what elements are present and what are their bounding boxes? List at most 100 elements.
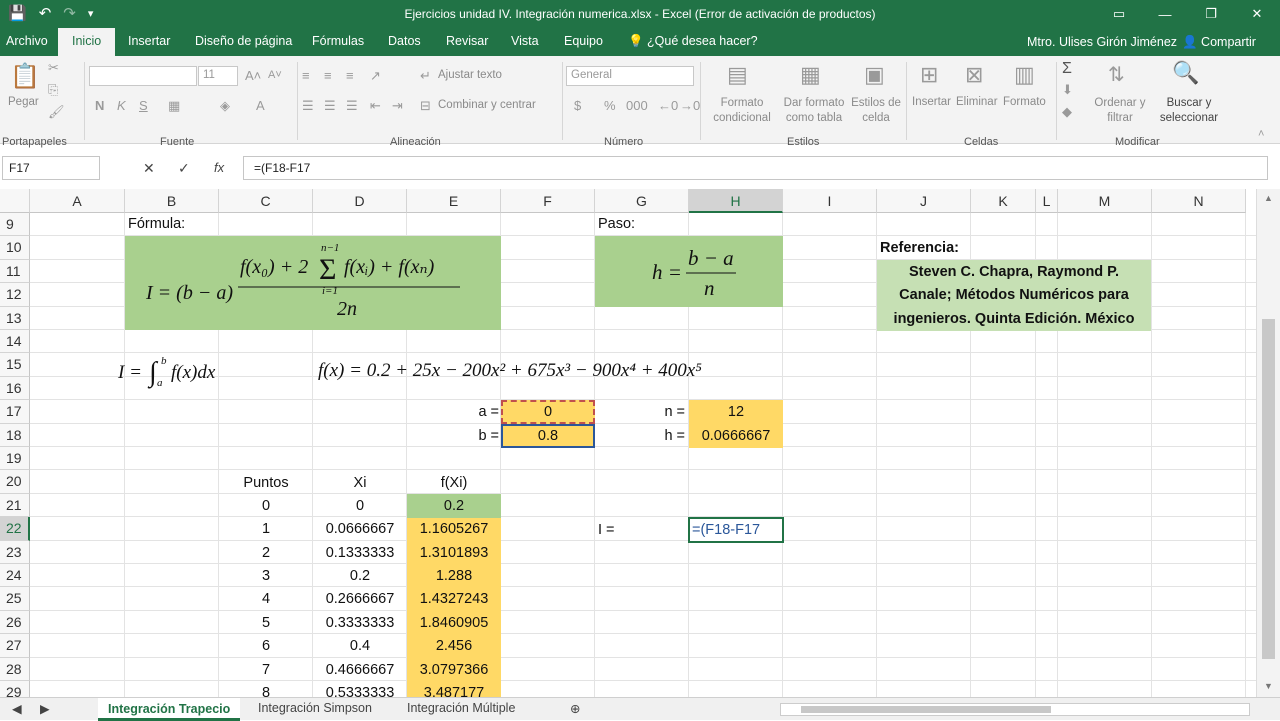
- tab-2[interactable]: Insertar: [128, 34, 170, 48]
- number-format-select[interactable]: General: [566, 66, 694, 86]
- table-cell-punto[interactable]: 6: [219, 635, 313, 658]
- row-header-20[interactable]: 20: [0, 470, 30, 494]
- format-painter-icon[interactable]: 🖌: [48, 104, 65, 120]
- align-center-icon[interactable]: ☰: [324, 98, 336, 114]
- a-value[interactable]: 0: [501, 401, 595, 424]
- cell-styles-icon[interactable]: ▣: [864, 62, 885, 88]
- format-cells-button[interactable]: Formato: [1003, 96, 1046, 108]
- row-header-27[interactable]: 27: [0, 634, 30, 658]
- bold-icon[interactable]: N: [95, 98, 104, 113]
- align-top-icon[interactable]: ≡: [302, 68, 310, 83]
- sort-filter-icon[interactable]: ⇅: [1108, 62, 1125, 87]
- insert-cells-icon[interactable]: ⊞: [920, 62, 938, 88]
- table-cell-fxi[interactable]: 1.1605267: [407, 518, 501, 541]
- align-right-icon[interactable]: ☰: [346, 98, 358, 114]
- row-header-10[interactable]: 10: [0, 236, 30, 260]
- column-header-C[interactable]: C: [219, 189, 313, 213]
- h-scroll-thumb[interactable]: [801, 706, 1051, 713]
- table-cell-punto[interactable]: 4: [219, 588, 313, 611]
- row-header-21[interactable]: 21: [0, 493, 30, 518]
- share-button[interactable]: 👤 Compartir: [1182, 35, 1256, 50]
- row-header-25[interactable]: 25: [0, 587, 30, 611]
- percent-icon[interactable]: %: [604, 98, 616, 113]
- table-cell-fxi[interactable]: 1.288: [407, 565, 501, 588]
- grow-font-icon[interactable]: A˄: [245, 68, 261, 83]
- row-header-23[interactable]: 23: [0, 540, 30, 564]
- fill-icon[interactable]: ⬇: [1062, 82, 1073, 98]
- shrink-font-icon[interactable]: A˅: [268, 69, 282, 81]
- format-table-button[interactable]: Dar formato como tabla: [780, 96, 848, 126]
- restore-button[interactable]: ❐: [1188, 0, 1234, 28]
- increase-decimal-icon[interactable]: ←0: [658, 98, 678, 113]
- table-cell-xi[interactable]: 0.4: [313, 635, 407, 658]
- conditional-format-icon[interactable]: ▤: [727, 62, 748, 88]
- user-name[interactable]: Mtro. Ulises Girón Jiménez: [1027, 35, 1177, 49]
- orientation-icon[interactable]: ↗: [370, 68, 381, 84]
- align-left-icon[interactable]: ☰: [302, 98, 314, 114]
- tab-4[interactable]: Fórmulas: [312, 34, 364, 48]
- fill-color-icon[interactable]: ◈: [220, 98, 230, 114]
- tab-7[interactable]: Vista: [511, 34, 539, 48]
- horizontal-scrollbar[interactable]: [780, 703, 1250, 716]
- table-cell-punto[interactable]: 2: [219, 542, 313, 565]
- row-header-18[interactable]: 18: [0, 423, 30, 447]
- row-header-19[interactable]: 19: [0, 447, 30, 471]
- italic-icon[interactable]: K: [117, 98, 126, 113]
- column-header-M[interactable]: M: [1058, 189, 1152, 213]
- tab-5[interactable]: Datos: [388, 34, 421, 48]
- column-header-B[interactable]: B: [125, 189, 219, 213]
- row-header-28[interactable]: 28: [0, 657, 30, 681]
- column-header-G[interactable]: G: [595, 189, 689, 213]
- currency-icon[interactable]: $: [574, 98, 581, 113]
- row-header-9[interactable]: 9: [0, 213, 30, 237]
- row-header-12[interactable]: 12: [0, 283, 30, 307]
- table-cell-fxi[interactable]: 0.2: [407, 495, 501, 518]
- row-header-17[interactable]: 17: [0, 400, 30, 424]
- wrap-text-icon[interactable]: ↵: [420, 68, 431, 84]
- table-cell-punto[interactable]: 3: [219, 565, 313, 588]
- format-table-icon[interactable]: ▦: [800, 62, 821, 88]
- formula-input[interactable]: =(F18-F17: [243, 156, 1268, 180]
- row-header-16[interactable]: 16: [0, 376, 30, 401]
- vertical-scrollbar[interactable]: ▲ ▼: [1256, 189, 1280, 697]
- table-cell-fxi[interactable]: 3.0797366: [407, 659, 501, 682]
- n-value[interactable]: 12: [689, 401, 783, 424]
- decrease-decimal-icon[interactable]: →0: [680, 98, 700, 113]
- table-cell-punto[interactable]: 7: [219, 659, 313, 682]
- font-color-icon[interactable]: A: [256, 98, 265, 113]
- close-button[interactable]: ✕: [1234, 0, 1280, 28]
- copy-icon[interactable]: ⎘: [48, 82, 58, 98]
- table-cell-xi[interactable]: 0.2: [313, 565, 407, 588]
- table-cell-xi[interactable]: 0.3333333: [313, 612, 407, 635]
- find-select-button[interactable]: Buscar y seleccionar: [1156, 96, 1222, 126]
- tab-3[interactable]: Diseño de página: [195, 34, 292, 48]
- font-size-input[interactable]: 11: [198, 66, 238, 86]
- table-cell-fxi[interactable]: 1.8460905: [407, 612, 501, 635]
- table-cell-xi[interactable]: 0.1333333: [313, 542, 407, 565]
- row-header-13[interactable]: 13: [0, 306, 30, 330]
- row-header-11[interactable]: 11: [0, 259, 30, 284]
- cancel-icon[interactable]: ✕: [143, 160, 155, 177]
- table-cell-punto[interactable]: 1: [219, 518, 313, 541]
- table-cell-punto[interactable]: 5: [219, 612, 313, 635]
- column-header-I[interactable]: I: [783, 189, 877, 213]
- column-header-F[interactable]: F: [501, 189, 595, 213]
- h-value[interactable]: 0.0666667: [689, 425, 783, 448]
- column-header-H[interactable]: H: [689, 189, 783, 213]
- format-cells-icon[interactable]: ▥: [1014, 62, 1035, 88]
- enter-icon[interactable]: ✓: [178, 160, 190, 177]
- tab-1[interactable]: Inicio: [58, 28, 116, 56]
- column-header-D[interactable]: D: [313, 189, 407, 213]
- tab-9[interactable]: 💡 ¿Qué desea hacer?: [628, 34, 758, 49]
- indent-increase-icon[interactable]: ⇥: [392, 98, 403, 114]
- paste-icon[interactable]: 📋: [10, 62, 40, 91]
- row-header-26[interactable]: 26: [0, 610, 30, 635]
- table-cell-xi[interactable]: 0: [313, 495, 407, 518]
- tab-6[interactable]: Revisar: [446, 34, 488, 48]
- table-cell-fxi[interactable]: 2.456: [407, 635, 501, 658]
- paste-button[interactable]: Pegar: [8, 96, 39, 108]
- column-header-K[interactable]: K: [971, 189, 1036, 213]
- table-cell-xi[interactable]: 0.4666667: [313, 659, 407, 682]
- table-cell-punto[interactable]: 8: [219, 682, 313, 697]
- align-bottom-icon[interactable]: ≡: [346, 68, 354, 83]
